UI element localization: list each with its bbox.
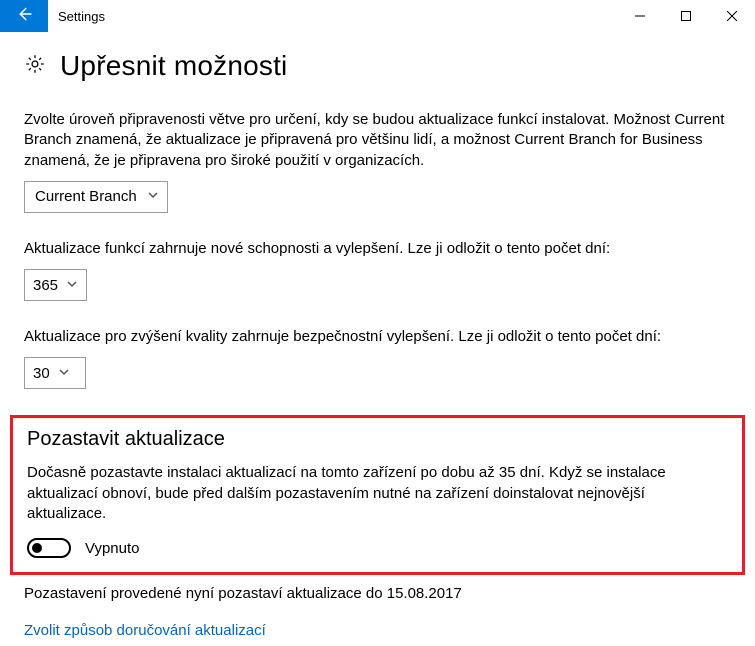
minimize-icon: [635, 8, 645, 25]
arrow-left-icon: [15, 5, 33, 27]
pause-updates-highlight: Pozastavit aktualizace Dočasně pozastavt…: [10, 415, 745, 575]
chevron-down-icon: [66, 277, 78, 294]
pause-toggle[interactable]: [27, 538, 71, 558]
delivery-optimization-link[interactable]: Zvolit způsob doručování aktualizací: [24, 622, 266, 639]
pause-toggle-label: Vypnuto: [85, 540, 140, 557]
branch-description: Zvolte úroveň připravenosti větve pro ur…: [24, 110, 731, 171]
pause-toggle-row: Vypnuto: [27, 538, 728, 558]
feature-defer-description: Aktualizace funkcí zahrnuje nové schopno…: [24, 239, 731, 259]
feature-defer-value: 365: [33, 277, 58, 294]
gear-icon: [24, 53, 46, 79]
back-button[interactable]: [0, 0, 48, 32]
branch-select[interactable]: Current Branch: [24, 181, 168, 213]
maximize-icon: [681, 8, 691, 25]
branch-select-value: Current Branch: [35, 188, 137, 205]
content-area: Upřesnit možnosti Zvolte úroveň připrave…: [0, 32, 755, 639]
pause-heading: Pozastavit aktualizace: [27, 428, 728, 451]
page-title: Upřesnit možnosti: [60, 50, 287, 82]
titlebar: Settings: [0, 0, 755, 32]
quality-defer-select[interactable]: 30: [24, 357, 86, 389]
feature-defer-select[interactable]: 365: [24, 269, 87, 301]
chevron-down-icon: [147, 188, 159, 205]
page-header: Upřesnit možnosti: [24, 50, 731, 82]
pause-description: Dočasně pozastavte instalaci aktualizací…: [27, 463, 728, 524]
quality-defer-description: Aktualizace pro zvýšení kvality zahrnuje…: [24, 327, 731, 347]
minimize-button[interactable]: [617, 0, 663, 32]
maximize-button[interactable]: [663, 0, 709, 32]
quality-defer-value: 30: [33, 365, 50, 382]
close-icon: [727, 8, 737, 25]
pause-footnote: Pozastavení provedené nyní pozastaví akt…: [24, 585, 731, 602]
window-title: Settings: [48, 0, 105, 32]
chevron-down-icon: [58, 365, 70, 382]
window-controls: [617, 0, 755, 32]
toggle-knob: [32, 543, 42, 553]
titlebar-spacer: [105, 0, 617, 32]
close-button[interactable]: [709, 0, 755, 32]
